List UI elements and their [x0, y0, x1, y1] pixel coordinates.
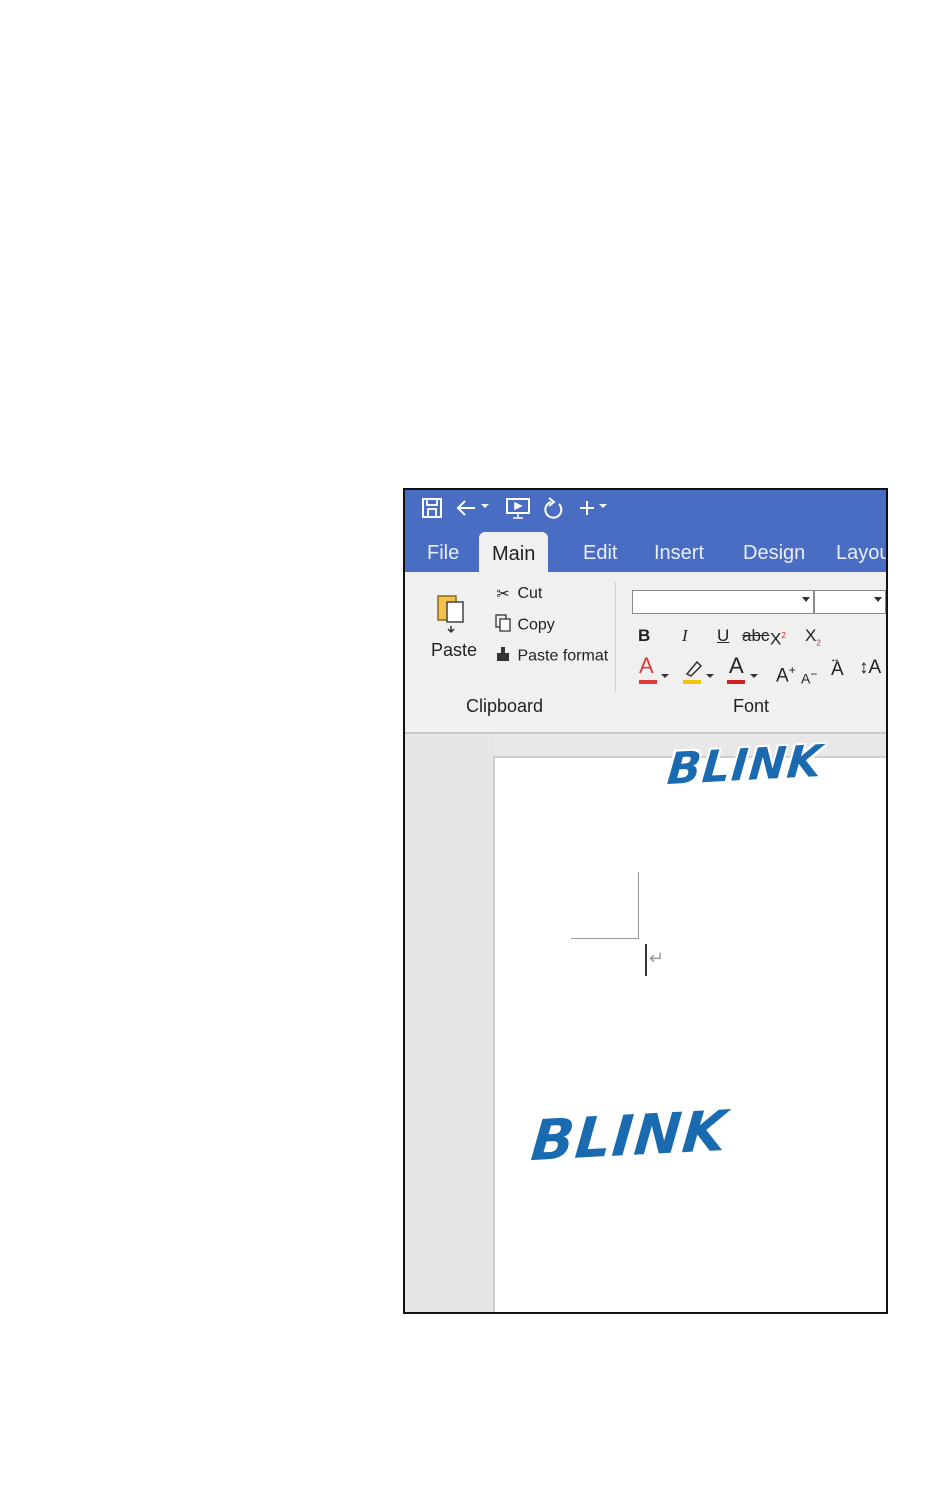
- tab-edit[interactable]: Edit: [583, 540, 617, 566]
- redo-icon[interactable]: [542, 496, 566, 522]
- sfx-blink-bottom: BLINK: [528, 1098, 730, 1175]
- chevron-down-icon[interactable]: [750, 666, 758, 684]
- word-processor-window: File Main Edit Insert Design Layout Past…: [403, 488, 888, 1314]
- text-effect-button[interactable]: A: [639, 655, 654, 677]
- tab-file[interactable]: File: [427, 540, 459, 566]
- margin-guide-vertical: [638, 872, 639, 938]
- underline-button[interactable]: U: [717, 626, 729, 646]
- ribbon-tabs: File Main Edit Insert Design Layout: [405, 532, 886, 572]
- present-icon[interactable]: [505, 496, 531, 520]
- paste-icon[interactable]: [435, 592, 471, 641]
- scissors-icon: ✂: [496, 586, 510, 603]
- font-group-label: Font: [733, 696, 770, 716]
- font-name-combo[interactable]: [632, 590, 814, 614]
- cut-button[interactable]: ✂ Cut: [493, 584, 542, 604]
- clipboard-group-label: Clipboard: [466, 696, 544, 716]
- copy-label: Copy: [517, 616, 555, 634]
- text-cursor: [645, 944, 647, 976]
- subscript-button[interactable]: X2: [805, 626, 821, 653]
- arrows-icon: ↔: [830, 654, 840, 665]
- copy-icon: [493, 614, 513, 637]
- document-page[interactable]: ↵: [493, 756, 886, 1312]
- tab-insert[interactable]: Insert: [654, 540, 704, 566]
- shrink-font-button[interactable]: A−: [801, 664, 817, 689]
- superscript-button[interactable]: X2: [770, 626, 786, 650]
- chevron-down-icon[interactable]: [874, 597, 882, 602]
- chevron-down-icon[interactable]: [706, 666, 714, 684]
- paste-format-label: Paste format: [517, 647, 609, 665]
- bold-button[interactable]: B: [638, 626, 650, 646]
- paste-format-button[interactable]: Paste format: [493, 645, 608, 668]
- save-icon[interactable]: [421, 496, 443, 520]
- title-bar: [405, 490, 886, 532]
- tab-layout[interactable]: Layout: [836, 540, 886, 566]
- tab-design[interactable]: Design: [743, 540, 805, 566]
- margin-guide-horizontal: [571, 938, 639, 939]
- font-color-button[interactable]: A: [729, 655, 744, 677]
- font-color-bar: [727, 680, 745, 684]
- paragraph-mark-icon: ↵: [649, 948, 665, 968]
- cut-label: Cut: [517, 585, 543, 603]
- dropdown-icon[interactable]: [480, 502, 490, 510]
- italic-button[interactable]: I: [682, 626, 688, 646]
- grow-font-button[interactable]: A+: [776, 660, 796, 686]
- change-case-button[interactable]: ↕A: [859, 658, 881, 678]
- copy-button[interactable]: Copy: [493, 614, 555, 637]
- sfx-blink-top: BLINK: [665, 736, 825, 795]
- document-gutter: [405, 734, 493, 1312]
- dropdown-icon[interactable]: [598, 502, 608, 510]
- tab-main[interactable]: Main: [479, 532, 549, 572]
- strikethrough-button[interactable]: abc: [742, 626, 769, 646]
- highlight-color-bar: [683, 680, 701, 684]
- undo-icon[interactable]: [455, 496, 479, 520]
- ribbon: Paste ✂ Cut Copy Paste format Clipboard: [405, 572, 886, 734]
- add-icon[interactable]: [577, 496, 597, 520]
- paste-button[interactable]: Paste: [431, 640, 477, 661]
- chevron-down-icon[interactable]: [661, 666, 669, 684]
- format-painter-icon: [493, 645, 513, 668]
- group-divider: [615, 582, 616, 692]
- font-size-combo[interactable]: [814, 590, 886, 614]
- chevron-down-icon[interactable]: [802, 597, 810, 602]
- text-effect-color-bar: [639, 680, 657, 684]
